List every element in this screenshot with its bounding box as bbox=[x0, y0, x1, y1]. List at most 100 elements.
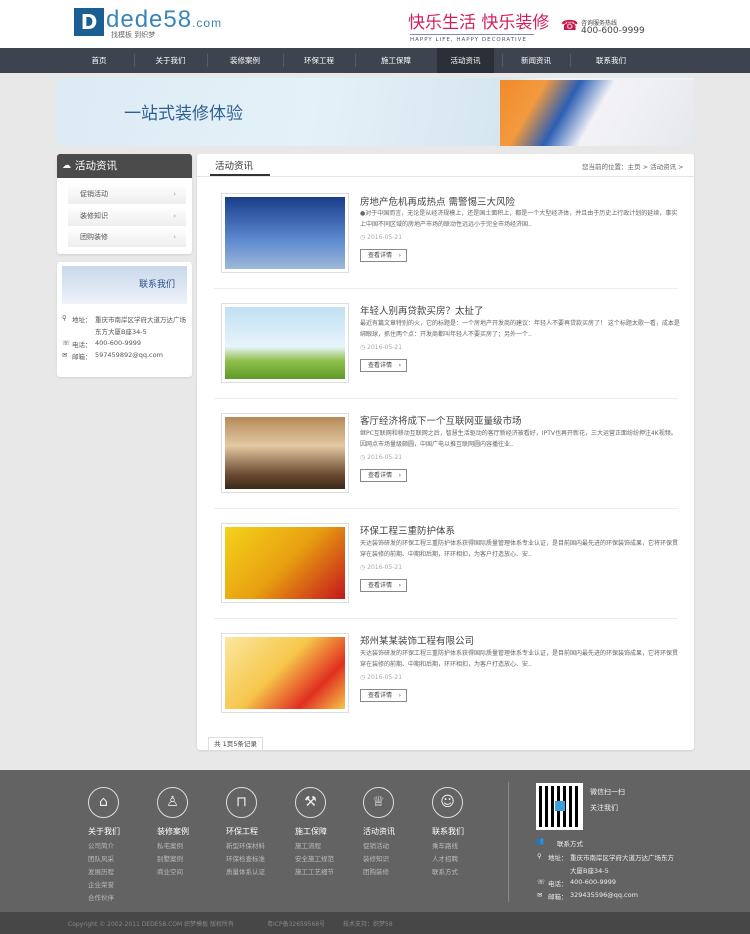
wechat-scan: 微信扫一扫 bbox=[590, 788, 625, 796]
breadcrumb[interactable]: 您当前的位置：主页 > 活动资讯 > bbox=[582, 161, 684, 171]
button-label: 查看详情 bbox=[368, 472, 393, 479]
item-divider bbox=[214, 618, 678, 619]
nav-eco[interactable]: 环保工程 bbox=[283, 48, 355, 73]
footer-link[interactable]: 私宅案例 bbox=[157, 840, 237, 850]
sidebar-link-promotions[interactable]: 促销活动 › bbox=[68, 184, 186, 204]
footer-link[interactable]: 合作伙伴 bbox=[88, 892, 168, 902]
people-icon[interactable]: ☺ bbox=[432, 787, 463, 818]
footer-link[interactable]: 装修知识 bbox=[363, 853, 443, 863]
footer-col-about: ⌂ 关于我们公司简介团队风采发展历程企业荣誉合作伙伴 bbox=[88, 787, 168, 902]
footer-link[interactable]: 团队风采 bbox=[88, 853, 168, 863]
view-details-button[interactable]: 查看详情 › bbox=[360, 579, 407, 592]
title-underline bbox=[210, 174, 270, 176]
footer-link[interactable]: 新型环保材料 bbox=[226, 840, 306, 850]
footer-col-title[interactable]: 联系我们 bbox=[432, 826, 512, 837]
footer-link[interactable]: 发展历程 bbox=[88, 866, 168, 876]
location-icon: ⚲ bbox=[537, 852, 542, 860]
view-details-button[interactable]: 查看详情 › bbox=[360, 469, 407, 482]
wechat-follow: 关注我们 bbox=[590, 804, 618, 812]
contacts-icon: 👥 bbox=[536, 837, 545, 845]
tech-support[interactable]: 技术支持：织梦58 bbox=[343, 919, 393, 928]
article-thumbnail[interactable] bbox=[221, 303, 349, 383]
address-line-2: 大厦B座34-5 bbox=[570, 867, 609, 875]
view-details-button[interactable]: 查看详情 › bbox=[360, 359, 407, 372]
sidebar-title: ☁ 活动资讯 bbox=[57, 154, 192, 178]
footer-col-title[interactable]: 活动资讯 bbox=[363, 826, 443, 837]
email-value[interactable]: 597459892@qq.com bbox=[95, 351, 163, 359]
phone-label: 电话： bbox=[548, 880, 568, 888]
slogan: 快乐生活 快乐装修 bbox=[408, 13, 550, 33]
trophy-icon[interactable]: ♕ bbox=[363, 787, 394, 818]
nav-news[interactable]: 新闻资讯 bbox=[502, 48, 570, 73]
footer-link[interactable]: 企业荣誉 bbox=[88, 879, 168, 889]
article-title[interactable]: 年轻人别再贷款买房？太扯了 bbox=[360, 303, 484, 317]
location-icon: ⚲ bbox=[62, 314, 67, 322]
footer-link[interactable]: 商业空间 bbox=[157, 866, 237, 876]
article-summary: 最近有篇文章特别的火，它的标题是：一个房地产开发商的建议：年轻人不要再贷款买房了… bbox=[360, 320, 680, 338]
article-title[interactable]: 环保工程三重防护体系 bbox=[360, 523, 455, 537]
footer-col-title[interactable]: 环保工程 bbox=[226, 826, 306, 837]
banner-image bbox=[500, 80, 694, 146]
article-summary: 继PC互联网和移动互联网之后，智慧生活驱动的客厅新经济被看好，IPTV也再开新花… bbox=[360, 430, 677, 448]
article-summary: 天达装饰研发的环保工程三重防护体系获得国际质量管理体系专业认证，是目前国内最先进… bbox=[360, 540, 679, 558]
email-value[interactable]: 329435596@qq.com bbox=[570, 891, 638, 899]
date-text: 2016-05-21 bbox=[367, 344, 403, 351]
nav-guarantee[interactable]: 施工保障 bbox=[355, 48, 437, 73]
article-thumbnail[interactable] bbox=[221, 413, 349, 493]
nav-cases[interactable]: 装修案例 bbox=[207, 48, 283, 73]
article-date: ◷ 2016-05-21 bbox=[360, 674, 402, 681]
icp-number[interactable]: 粤ICP备32659568号 bbox=[267, 919, 325, 928]
article-date: ◷ 2016-05-21 bbox=[360, 344, 402, 351]
footer-link[interactable]: 人才招聘 bbox=[432, 853, 512, 863]
contact-banner: 联系我们 bbox=[62, 266, 187, 304]
article-date: ◷ 2016-05-21 bbox=[360, 234, 402, 241]
article-title[interactable]: 房地产危机再成热点 需警惕三大风险 bbox=[360, 194, 515, 208]
footer-link[interactable]: 质量体系认证 bbox=[226, 866, 306, 876]
view-details-button[interactable]: 查看详情 › bbox=[360, 689, 407, 702]
footer-link[interactable]: 环保检查标准 bbox=[226, 853, 306, 863]
date-text: 2016-05-21 bbox=[367, 674, 403, 681]
footer-link[interactable]: 联系方式 bbox=[432, 866, 512, 876]
footer-col-eco: ⊓ 环保工程新型环保材料 环保检查标准 质量体系认证 bbox=[226, 787, 306, 876]
qr-logo bbox=[555, 801, 565, 811]
button-label: 查看详情 bbox=[368, 252, 393, 259]
sidebar-link-label: 促销活动 bbox=[80, 190, 108, 198]
contact-title: 联系方式 bbox=[557, 840, 583, 848]
phone-icon: ☎ bbox=[561, 18, 579, 34]
stamp-icon[interactable]: ♙ bbox=[157, 787, 188, 818]
date-text: 2016-05-21 bbox=[367, 454, 403, 461]
nav-about[interactable]: 关于我们 bbox=[134, 48, 207, 73]
footer-link[interactable]: 促销活动 bbox=[363, 840, 443, 850]
footer-link[interactable]: 公司简介 bbox=[88, 840, 168, 850]
footer-link[interactable]: 别墅案例 bbox=[157, 853, 237, 863]
date-text: 2016-05-21 bbox=[367, 564, 403, 571]
footer-link[interactable]: 团购装修 bbox=[363, 866, 443, 876]
article-title[interactable]: 客厅经济将成下一个互联网亚量级市场 bbox=[360, 413, 522, 427]
chevron-right-icon: › bbox=[173, 212, 176, 220]
slogan-divider bbox=[410, 34, 534, 35]
nav-home[interactable]: 首页 bbox=[64, 48, 134, 73]
slogan-en: HAPPY LIFE, HAPPY DECORATIVE bbox=[410, 37, 527, 43]
paint-roller-icon[interactable]: ⊓ bbox=[226, 787, 257, 818]
chevron-right-icon: › bbox=[398, 362, 401, 369]
article-title[interactable]: 郑州某某装饰工程有限公司 bbox=[360, 633, 474, 647]
nav-activities[interactable]: 活动资讯 bbox=[437, 48, 494, 73]
mail-icon: ✉ bbox=[537, 891, 543, 899]
item-divider bbox=[214, 288, 678, 289]
footer-col-title[interactable]: 关于我们 bbox=[88, 826, 168, 837]
hammer-icon[interactable]: ⚒ bbox=[295, 787, 326, 818]
article-thumbnail[interactable] bbox=[221, 633, 349, 713]
view-details-button[interactable]: 查看详情 › bbox=[360, 249, 407, 262]
article-summary: ●对于中国而言，无论是从经济规模上，还是国土面积上，都是一个大型经济体，并且由于… bbox=[360, 210, 678, 228]
address-label: 地址： bbox=[548, 854, 568, 862]
article-thumbnail[interactable] bbox=[221, 193, 349, 273]
title-divider bbox=[197, 176, 694, 177]
sidebar-link-group-buy[interactable]: 团购装修 › bbox=[68, 227, 186, 247]
footer-link[interactable]: 乘车路线 bbox=[432, 840, 512, 850]
sidebar-link-knowledge[interactable]: 装修知识 › bbox=[68, 206, 186, 226]
house-icon[interactable]: ⌂ bbox=[88, 787, 119, 818]
nav-contact[interactable]: 联系我们 bbox=[570, 48, 652, 73]
footer-col-title[interactable]: 装修案例 bbox=[157, 826, 237, 837]
article-thumbnail[interactable] bbox=[221, 523, 349, 603]
logo-mark[interactable]: D bbox=[74, 8, 104, 36]
